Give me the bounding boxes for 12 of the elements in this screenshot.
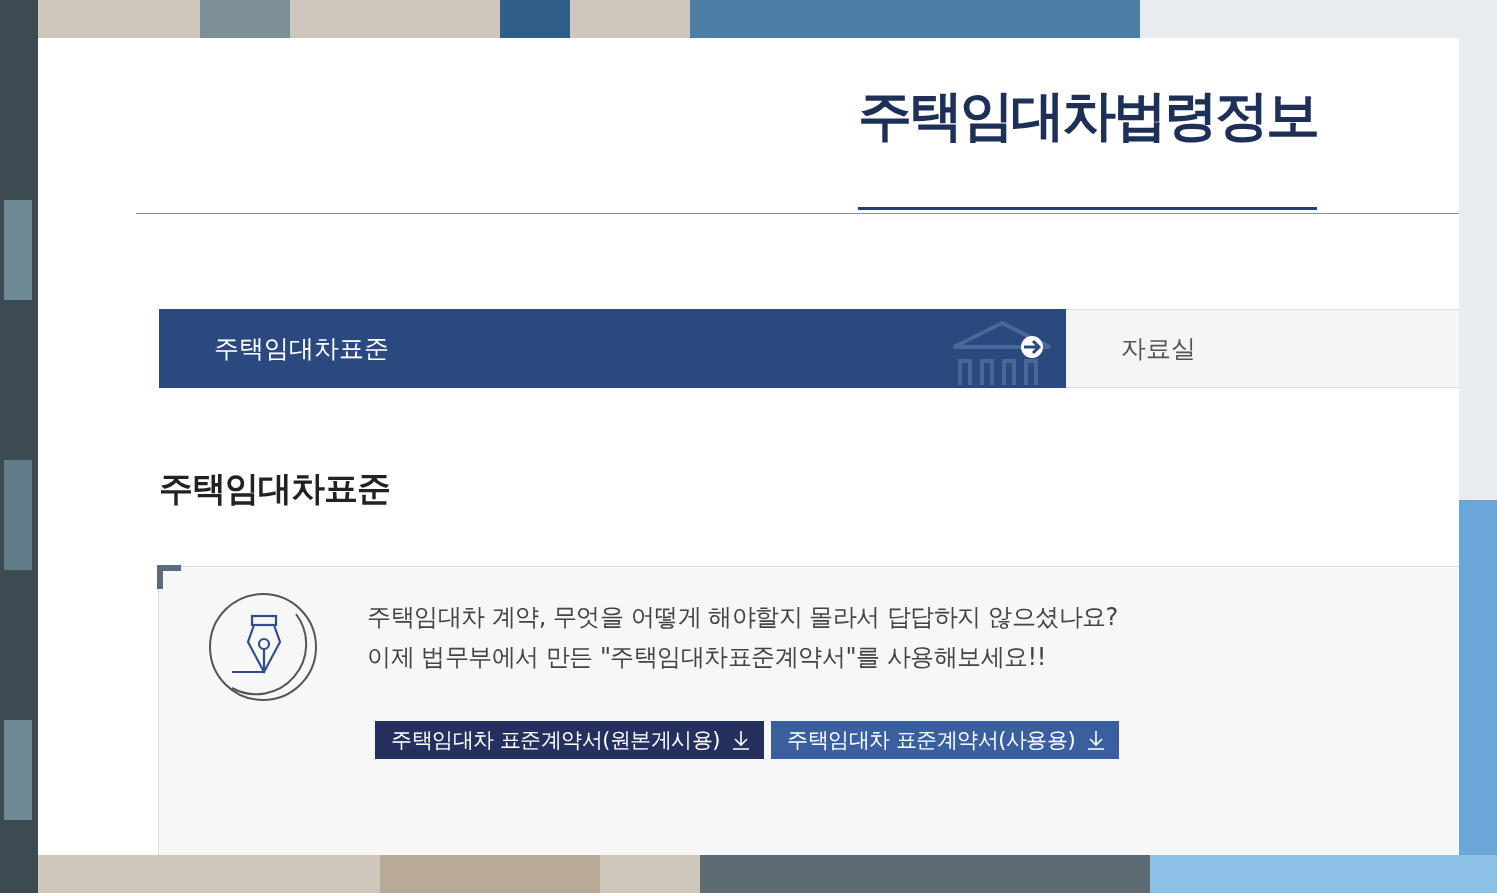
intro-text: 이제 법무부에서 만든 "주택임대차표준계약서"를 사용해보세요!! — [367, 642, 1047, 673]
corner-mark-icon — [157, 565, 181, 589]
fountain-pen-icon — [208, 592, 320, 704]
tab[interactable]: 주택임대차표준 — [159, 309, 1066, 388]
section-title: 주택임대차표준 — [159, 467, 390, 510]
download-icon — [732, 730, 751, 750]
page-title: 주택임대차법령정보 — [858, 84, 1317, 210]
tab[interactable]: 자료실 — [1066, 309, 1459, 388]
download-button[interactable]: 주택임대차 표준계약서(원본게시용) — [375, 721, 765, 759]
intro-text: 주택임대차 계약, 무엇을 어떻게 해야할지 몰라서 답답하지 않으셨나요? — [367, 602, 1119, 633]
download-button[interactable]: 주택임대차 표준계약서(사용용) — [771, 721, 1120, 759]
download-icon — [1087, 730, 1106, 750]
